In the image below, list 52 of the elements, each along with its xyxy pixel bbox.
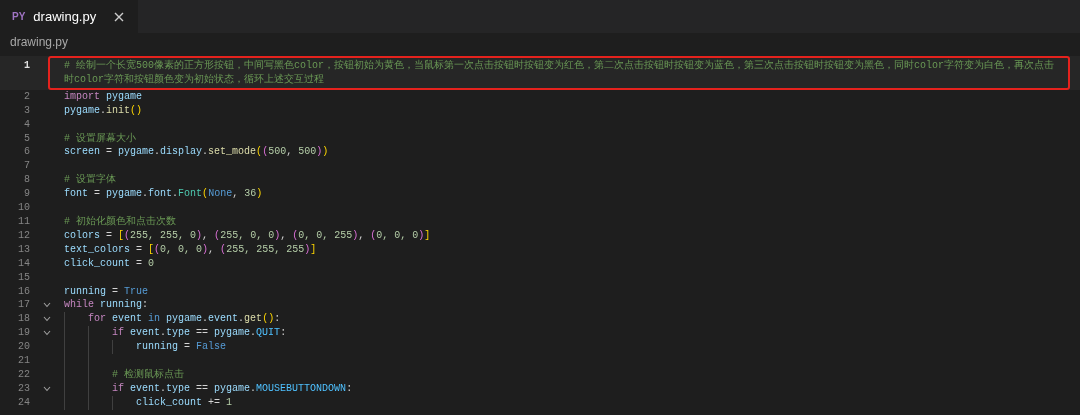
python-file-icon: PY: [12, 11, 26, 22]
line-number: 4: [23, 117, 30, 132]
line-number: 7: [23, 159, 30, 174]
line-number: 15: [17, 270, 30, 285]
code-line: import pygame: [64, 89, 143, 104]
code-line: # 设置字体: [64, 173, 116, 188]
line-number: 2: [23, 89, 30, 104]
code-line: screen = pygame.display.set_mode((500, 500)): [64, 145, 329, 160]
breadcrumb[interactable]: drawing.py: [10, 35, 69, 49]
line-number: 22: [17, 367, 30, 382]
line-number: 17: [17, 298, 30, 313]
line-number: 18: [17, 312, 30, 327]
close-icon[interactable]: [114, 11, 125, 22]
line-number: 14: [17, 256, 30, 271]
line-number: 20: [17, 340, 30, 355]
code-line: # 初始化颜色和点击次数: [64, 214, 176, 229]
code-line: running = False: [136, 340, 227, 355]
code-line: running = True: [64, 284, 149, 299]
line-number: 3: [23, 103, 30, 118]
code-line: click_count += 1: [136, 395, 233, 410]
code-line: font = pygame.font.Font(None, 36): [64, 187, 263, 202]
line-number: 12: [17, 228, 30, 243]
line-number: 9: [23, 187, 30, 202]
line-number: 21: [17, 354, 30, 368]
fold-chevron-icon[interactable]: [43, 302, 51, 309]
code-line: text_colors = [(0, 0, 0), (255, 255, 255)]: [64, 242, 317, 257]
line-number: 1: [23, 59, 30, 73]
code-line: # 绘制一个长宽500像素的正方形按钮，中间写黑色color，按钮初始为黄色，当鼠标第一次点击按钮时按钮变为红色，第二次点击按钮时按钮变为蓝色，第三次点击按钮时按钮变为黑色，同时color字符变为白色，再次点击时color字符和按钮颜色变为初始状态，循环上述交互过程: [64, 60, 1054, 85]
code-line: colors = [(255, 255, 0), (255, 0, 0), (0, 0, 255), (0, 0, 0)]: [64, 228, 431, 243]
fold-chevron-icon[interactable]: [43, 385, 51, 392]
code-line: # 设置屏幕大小: [64, 131, 136, 146]
tab-label: drawing.py: [33, 9, 97, 24]
code-line: while running:: [64, 298, 149, 313]
code-line: click_count = 0: [64, 256, 155, 271]
line-number: 6: [23, 145, 30, 160]
line-number: 11: [17, 214, 30, 229]
fold-chevron-icon[interactable]: [43, 330, 51, 337]
code-line: for event in pygame.event.get():: [88, 312, 281, 327]
editor-tab[interactable]: PY drawing.py: [0, 0, 139, 33]
line-number: 24: [17, 395, 30, 410]
code-line: pygame.init(): [64, 103, 143, 118]
code-line: if event.type == pygame.MOUSEBUTTONDOWN:: [112, 381, 353, 396]
code-line: if event.type == pygame.QUIT:: [112, 326, 287, 341]
line-number: 19: [17, 326, 30, 341]
line-number: 8: [23, 173, 30, 188]
code-line: # 检测鼠标点击: [112, 367, 184, 382]
line-number: 5: [23, 131, 30, 146]
line-number: 13: [17, 242, 30, 257]
line-number: 16: [17, 284, 30, 299]
fold-chevron-icon[interactable]: [43, 316, 51, 323]
line-number: 10: [17, 201, 30, 215]
line-number: 23: [17, 381, 30, 396]
